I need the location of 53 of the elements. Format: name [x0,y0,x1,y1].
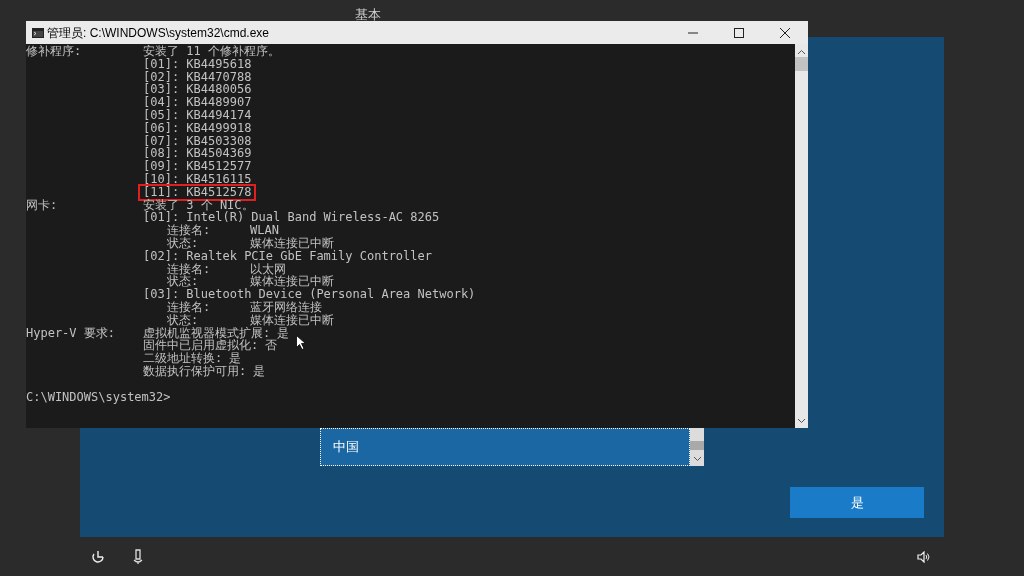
mouse-cursor-icon [296,335,306,350]
console-label: 状态: [167,313,199,327]
scrollbar[interactable] [690,428,704,466]
console-text: [11]: KB4512578 [143,185,252,199]
console-text: [04]: KB4489907 [143,96,252,109]
console-label: 连接名: [167,262,212,276]
console-label: 状态: [167,236,199,250]
console-text: 媒体连接已中断 [250,236,334,250]
console-label: Hyper-V 要求: [26,326,117,340]
console-text: [02]: KB4470788 [143,70,252,84]
console-text: 以太网 [250,262,286,276]
console-text: WLAN [250,224,279,237]
console-text: [01]: Intel(R) Dual Band Wireless-AC 8265 [143,211,440,225]
microphone-icon[interactable] [132,549,144,565]
console-label: 网卡: [26,198,59,212]
console-text: [08]: KB4504369 [143,147,252,161]
chevron-up-icon[interactable] [797,49,806,55]
console-text: [03]: Bluetooth Device (Personal Area Network) [143,288,476,301]
chevron-down-icon[interactable] [797,418,806,424]
console-text: 固件中已启用虚拟化: 否 [143,339,278,353]
console-text: 安装了 3 个 NIC。 [143,198,254,212]
console-text: 媒体连接已中断 [250,275,334,289]
scrollbar[interactable] [795,44,808,428]
console-text: 媒体连接已中断 [250,313,334,327]
page-heading: 基本 [355,8,381,22]
console-text: 数据执行保护可用: 是 [143,364,266,378]
console-icon [32,27,44,38]
list-item[interactable]: 中国 [320,428,690,466]
console-text: [06]: KB4499918 [143,121,252,135]
console-text: [02]: Realtek PCIe GbE Family Controller [143,249,432,263]
console-text: 安装了 11 个修补程序。 [143,45,280,58]
console-text: [07]: KB4503308 [143,134,252,148]
console-text: [01]: KB4495618 [143,57,252,71]
yes-button[interactable]: 是 [790,487,924,518]
console-label: 状态: [167,275,199,289]
close-icon [780,27,790,38]
console-text: 虚拟机监视器模式扩展: 是 [143,326,290,340]
console-text: [03]: KB4480056 [143,83,252,97]
maximize-icon [734,27,744,38]
command-prompt[interactable]: C:\WINDOWS\system32> [26,390,171,404]
console-text: 蓝牙网络连接 [250,300,322,314]
window-title: 管理员: C:\WINDOWS\system32\cmd.exe [47,24,270,42]
console-label: 连接名: [167,300,212,314]
console-label: 连接名: [167,224,212,237]
speaker-icon[interactable] [917,551,930,563]
console-text: [05]: KB4494174 [143,109,252,122]
console-text: [09]: KB4512577 [143,160,252,173]
console-label: 修补程序: [26,45,83,58]
accessibility-icon[interactable] [91,550,105,564]
scroll-thumb[interactable] [795,57,808,71]
chevron-down-icon[interactable] [692,456,702,462]
console-text: 二级地址转换: 是 [143,352,242,365]
console-text: [10]: KB4516115 [143,172,252,186]
